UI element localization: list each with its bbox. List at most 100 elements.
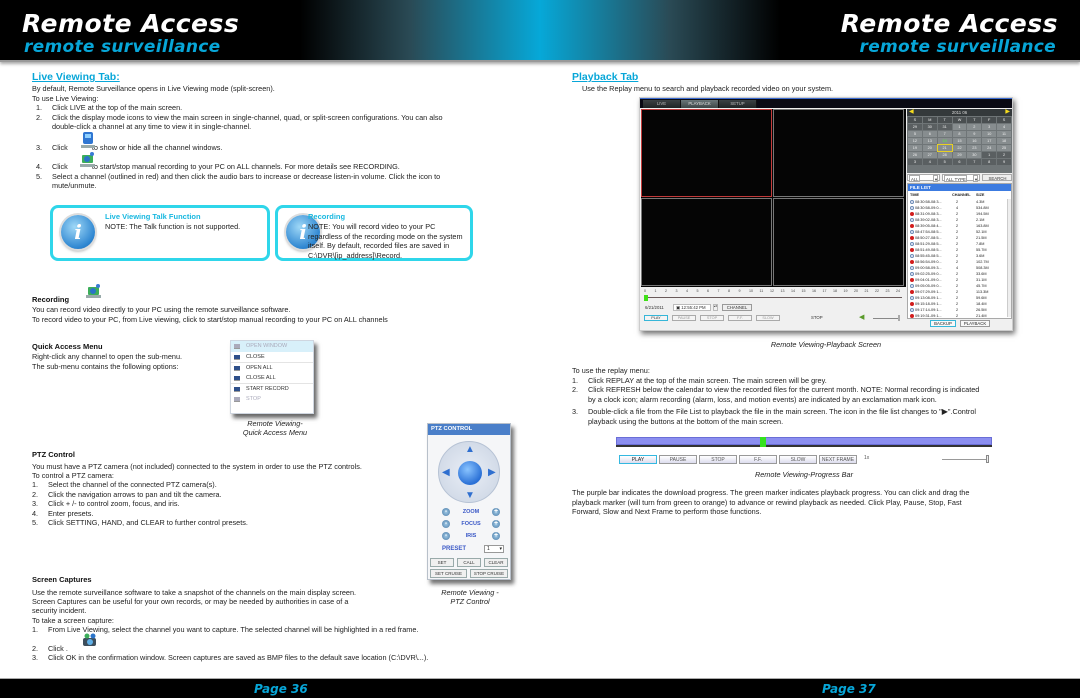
arrow-up-icon[interactable]: ▲ <box>465 445 475 455</box>
menu-item-open-all[interactable]: OPEN ALL <box>231 362 313 373</box>
calendar-day[interactable]: 8 <box>952 131 967 137</box>
calendar-day[interactable]: 8 <box>982 159 997 165</box>
stop-button[interactable]: STOP <box>700 315 724 321</box>
calendar-day[interactable]: 10 <box>982 131 997 137</box>
stop-button[interactable]: STOP <box>699 455 737 464</box>
arrow-right-icon[interactable]: ▶ <box>488 468 496 478</box>
timeline[interactable]: 0 1 2 3 4 5 6 7 8 9 10 11 12 13 14 15 16 17 18 19 20 21 22 23 24 <box>641 288 906 301</box>
calendar-day[interactable]: 6 <box>952 159 967 165</box>
calendar-day[interactable]: 18 <box>997 138 1011 144</box>
channel-2[interactable] <box>773 109 904 197</box>
calendar-day[interactable]: 3 <box>908 159 922 165</box>
channel-filter-select[interactable]: ALL ▾ <box>907 174 940 182</box>
menu-item-close[interactable]: CLOSE <box>231 352 313 363</box>
file-list-scrollbar[interactable] <box>1007 199 1011 317</box>
calendar-day[interactable]: 9 <box>997 159 1011 165</box>
calendar-day[interactable]: 4 <box>922 159 937 165</box>
volume-slider[interactable] <box>873 318 899 319</box>
play-button[interactable]: PLAY <box>644 315 668 321</box>
calendar-day[interactable]: 26 <box>908 152 922 158</box>
plus-icon[interactable]: + <box>492 520 500 528</box>
speed-slider-knob[interactable] <box>986 455 989 463</box>
stop-cruise-button[interactable]: STOP CRUISE <box>470 569 508 578</box>
calendar-day[interactable]: 7 <box>937 131 952 137</box>
channel-1[interactable] <box>641 109 772 197</box>
calendar-day[interactable]: 4 <box>997 124 1011 130</box>
next-frame-button[interactable]: NEXT FRAME <box>819 455 857 464</box>
calendar-day[interactable]: 31 <box>937 124 952 130</box>
calendar-day[interactable]: 20 <box>922 145 937 151</box>
calendar-day[interactable]: 5 <box>908 131 922 137</box>
calendar-day[interactable]: 24 <box>982 145 997 151</box>
calendar-day[interactable]: 9 <box>967 131 982 137</box>
next-month-icon[interactable]: ▶ <box>1005 109 1010 116</box>
clear-button[interactable]: CLEAR <box>484 558 508 567</box>
menu-item-open-window[interactable]: OPEN WINDOW <box>231 341 313 352</box>
tab-playback[interactable]: PLAYBACK <box>681 100 719 108</box>
menu-item-start-record[interactable]: START RECORD <box>231 383 313 394</box>
calendar-day[interactable]: 2 <box>997 152 1011 158</box>
calendar-day[interactable]: 30 <box>967 152 982 158</box>
type-filter-select[interactable]: ALL TYPE ▾ <box>942 174 980 182</box>
calendar-day[interactable]: 3 <box>982 124 997 130</box>
calendar-day[interactable]: 11 <box>997 131 1011 137</box>
calendar-day[interactable]: 29 <box>908 124 922 130</box>
calendar-day[interactable]: 28 <box>937 152 952 158</box>
play-button[interactable]: PLAY <box>619 455 657 464</box>
tab-live[interactable]: LIVE <box>643 100 681 108</box>
set-cruise-button[interactable]: SET CRUISE <box>430 569 467 578</box>
arrow-left-icon[interactable]: ◀ <box>442 468 450 478</box>
pause-button[interactable]: PAUSE <box>659 455 697 464</box>
time-input[interactable]: ▣ 12:55:42 PM <box>673 304 711 311</box>
calendar-day[interactable]: 7 <box>967 159 982 165</box>
calendar-day[interactable]: 27 <box>922 152 937 158</box>
channel-4[interactable] <box>773 198 904 286</box>
call-button[interactable]: CALL <box>457 558 481 567</box>
plus-icon[interactable]: + <box>492 532 500 540</box>
time-spinner[interactable]: ▴▾ <box>713 304 718 311</box>
backup-button[interactable]: BACKUP <box>930 320 956 327</box>
slow-button[interactable]: SLOW <box>756 315 780 321</box>
calendar-day[interactable]: 12 <box>908 138 922 144</box>
menu-item-stop[interactable]: STOP <box>231 394 313 405</box>
prev-month-icon[interactable]: ◀ <box>909 109 914 116</box>
file-list-row[interactable]: 09:19:31-09:1... 2 21.4M <box>908 313 1011 319</box>
pause-button[interactable]: PAUSE <box>672 315 696 321</box>
calendar-day[interactable]: 16 <box>967 138 982 144</box>
calendar-day[interactable]: 2 <box>967 124 982 130</box>
speaker-icon[interactable]: ◀ <box>859 313 864 321</box>
calendar-day[interactable]: 1 <box>982 152 997 158</box>
calendar-day[interactable]: 21 <box>936 144 953 152</box>
calendar-day[interactable]: 19 <box>908 145 922 151</box>
calendar-day[interactable]: 6 <box>922 131 937 137</box>
calendar-day[interactable]: 30 <box>922 124 937 130</box>
fast-forward-button[interactable]: F.F. <box>728 315 752 321</box>
preset-select[interactable]: 1 ▾ <box>484 545 504 553</box>
calendar-day[interactable]: 22 <box>952 145 967 151</box>
calendar-day[interactable]: 13 <box>922 138 937 144</box>
plus-icon[interactable]: + <box>492 508 500 516</box>
channel-3[interactable] <box>641 198 772 286</box>
calendar-day[interactable]: 25 <box>997 145 1011 151</box>
menu-item-close-all[interactable]: CLOSE ALL <box>231 373 313 384</box>
calendar-day[interactable]: 29 <box>952 152 967 158</box>
set-button[interactable]: SET <box>430 558 454 567</box>
calendar-day[interactable]: 17 <box>982 138 997 144</box>
search-button[interactable]: SEARCH <box>982 174 1012 181</box>
calendar-day[interactable]: 1 <box>952 124 967 130</box>
calendar-day[interactable]: 14 <box>937 138 952 144</box>
calendar-day[interactable]: 5 <box>937 159 952 165</box>
slow-button[interactable]: SLOW <box>779 455 817 464</box>
tab-setup[interactable]: SETUP <box>719 100 757 108</box>
ptz-center-knob[interactable] <box>458 461 482 485</box>
calendar-day[interactable]: 23 <box>967 145 982 151</box>
speed-slider[interactable] <box>942 459 987 460</box>
arrow-down-icon[interactable]: ▼ <box>465 491 475 501</box>
fast-forward-button[interactable]: F.F. <box>739 455 777 464</box>
volume-knob[interactable] <box>898 315 900 321</box>
calendar-day[interactable]: 15 <box>952 138 967 144</box>
playback-button[interactable]: PLAYBACK <box>960 320 990 327</box>
timeline-marker[interactable] <box>644 295 648 301</box>
channel-button[interactable]: CHANNEL <box>722 304 752 311</box>
playback-marker[interactable] <box>759 437 766 447</box>
